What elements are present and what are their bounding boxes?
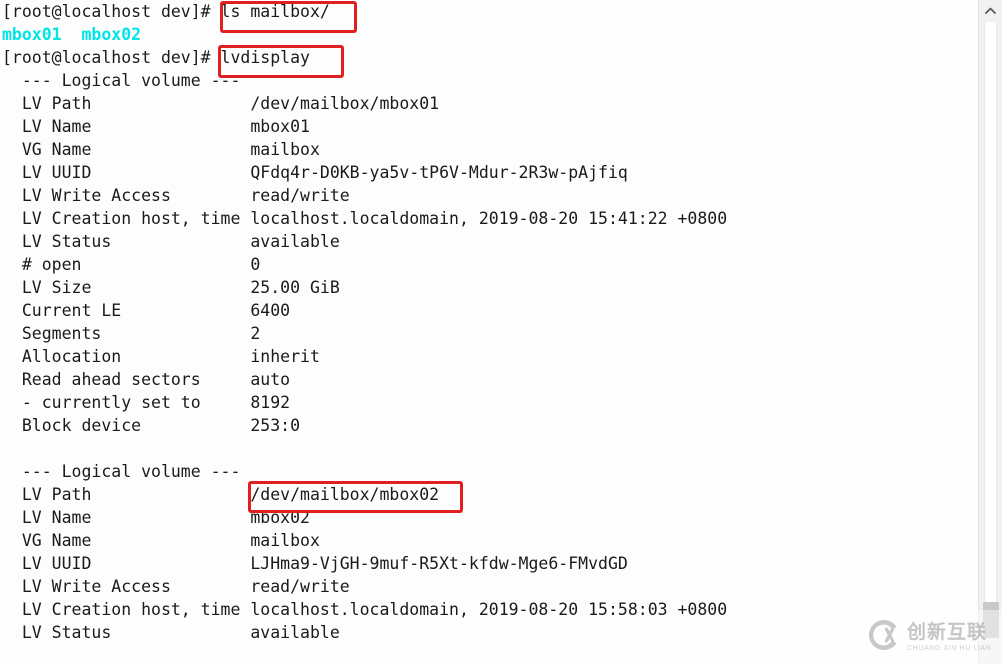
terminal-line: LV Write Access read/write (2, 577, 350, 596)
terminal-line: Read ahead sectors auto (2, 370, 291, 389)
terminal-line-prompt-lvdisplay: [root@localhost dev]# lvdisplay (0, 46, 978, 69)
terminal-line: LV UUID QFdq4r-D0KB-ya5v-tP6V-Mdur-2R3w-… (2, 163, 628, 182)
terminal-line: VG Name mailbox (2, 140, 320, 159)
terminal-line: --- Logical volume --- (2, 462, 241, 481)
terminal-line-prompt-ls: [root@localhost dev]# ls mailbox/ (0, 0, 978, 23)
scrollbar-track[interactable] (984, 22, 997, 602)
vertical-scrollbar[interactable] (978, 0, 1002, 664)
shell-prompt: [root@localhost dev]# (2, 2, 221, 21)
terminal-line: LV Creation host, time localhost.localdo… (2, 600, 728, 619)
terminal-line: LV Status available (2, 232, 340, 251)
terminal-line: LV Path /dev/mailbox/mbox02 (2, 485, 440, 504)
terminal-line: LV Size 25.00 GiB (2, 278, 340, 297)
watermark-cn-text: 创新互联 (907, 620, 988, 643)
terminal-line: LV Path /dev/mailbox/mbox01 (2, 94, 440, 113)
terminal-line: LV Name mbox01 (2, 117, 310, 136)
terminal-line: LV UUID LJHma9-VjGH-9muf-R5Xt-kfdw-Mge6-… (2, 554, 628, 573)
terminal-line: Block device 253:0 (2, 416, 301, 435)
chevron-up-icon (985, 7, 996, 15)
terminal-line-ls-result: mbox01 mbox02 (2, 25, 142, 44)
terminal-line: LV Write Access read/write (2, 186, 350, 205)
watermark: 创新互联 CHUANG XIN HU LIAN (862, 610, 1002, 664)
watermark-text: 创新互联 CHUANG XIN HU LIAN (907, 620, 992, 652)
terminal-line: # open 0 (2, 255, 261, 274)
terminal-line: LV Name mbox02 (2, 508, 310, 527)
terminal-line: LV Status available (2, 623, 340, 642)
terminal-line: VG Name mailbox (2, 531, 320, 550)
terminal-line: Segments 2 (2, 324, 261, 343)
terminal-line: - currently set to 8192 (2, 393, 291, 412)
terminal-line: LV Creation host, time localhost.localdo… (2, 209, 728, 228)
terminal-line: --- Logical volume --- (2, 71, 241, 90)
terminal-line: Current LE 6400 (2, 301, 291, 320)
shell-prompt: [root@localhost dev]# (2, 48, 221, 67)
terminal-line: Allocation inherit (2, 347, 320, 366)
watermark-en-text: CHUANG XIN HU LIAN (907, 644, 992, 652)
scroll-up-button[interactable] (979, 0, 1002, 22)
terminal-screenshot: [root@localhost dev]# ls mailbox/ mbox01… (0, 0, 1002, 664)
command-ls: ls mailbox/ (220, 2, 330, 21)
cx-circle-logo-icon (866, 617, 902, 657)
command-lvdisplay: lvdisplay (220, 48, 310, 67)
terminal-output-area[interactable]: [root@localhost dev]# ls mailbox/ mbox01… (0, 0, 978, 664)
